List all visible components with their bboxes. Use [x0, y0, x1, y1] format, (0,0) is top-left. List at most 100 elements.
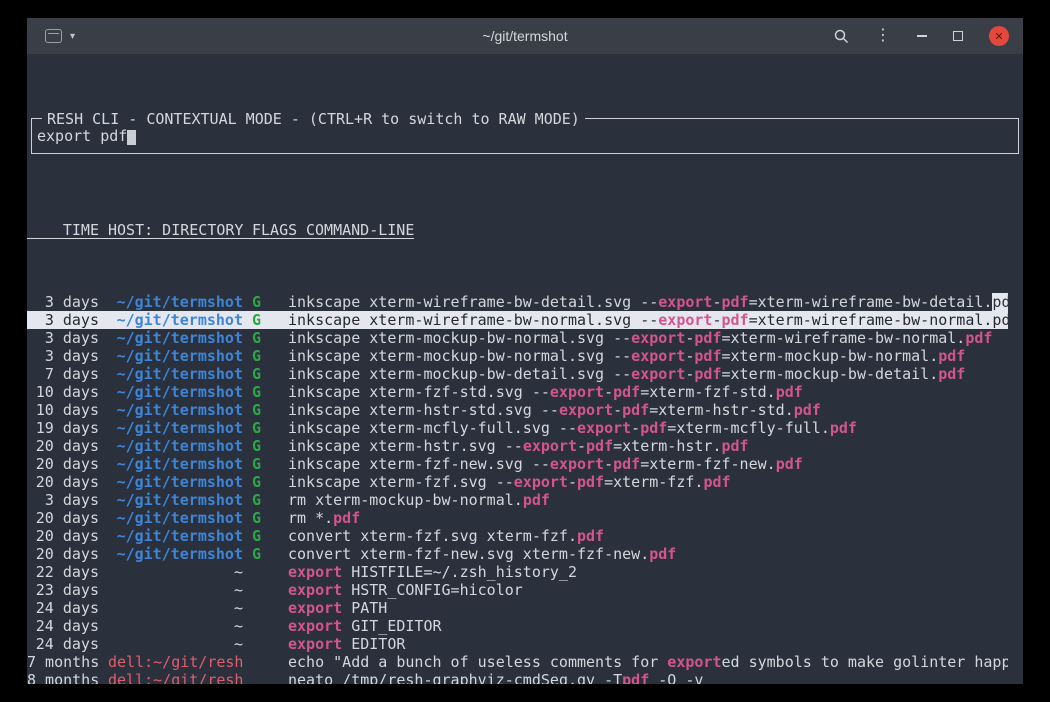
- history-row[interactable]: 20 days~/git/termshotGconvert xterm-fzf-…: [27, 545, 1008, 563]
- row-flags: G: [252, 293, 279, 311]
- history-row[interactable]: 19 days~/git/termshotGinkscape xterm-mcf…: [27, 419, 1008, 437]
- history-row-selected[interactable]: 3 days~/git/termshotGinkscape xterm-wire…: [27, 311, 1008, 329]
- row-time: 20 days: [27, 509, 99, 527]
- menu-icon[interactable]: ⋮: [875, 28, 891, 44]
- row-time: 7 days: [27, 365, 99, 383]
- header-time: TIME: [27, 221, 99, 238]
- history-row[interactable]: 10 days~/git/termshotGinkscape xterm-fzf…: [27, 383, 1008, 401]
- row-command: inkscape xterm-fzf.svg --export-pdf=xter…: [288, 473, 731, 491]
- row-flags: G: [252, 347, 279, 365]
- row-host-directory: ~: [108, 599, 243, 617]
- row-host-directory: ~: [108, 617, 243, 635]
- row-flags: [252, 653, 279, 671]
- maximize-icon[interactable]: [953, 31, 963, 41]
- history-row[interactable]: 7 days~/git/termshotGinkscape xterm-mock…: [27, 365, 1008, 383]
- row-command: inkscape xterm-hstr.svg --export-pdf=xte…: [288, 437, 749, 455]
- row-time: 3 days: [27, 311, 99, 329]
- row-host-directory: ~/git/termshot: [108, 419, 243, 437]
- history-row[interactable]: 3 days~/git/termshotGinkscape xterm-mock…: [27, 329, 1008, 347]
- history-row[interactable]: 24 days~export EDITOR: [27, 635, 1008, 653]
- row-host-directory: ~/git/termshot: [108, 401, 243, 419]
- header-host-directory: HOST: DIRECTORY: [108, 221, 243, 238]
- search-box[interactable]: RESH CLI - CONTEXTUAL MODE - (CTRL+R to …: [31, 118, 1019, 154]
- header-flags: FLAGS: [252, 221, 297, 238]
- row-flags: G: [252, 473, 279, 491]
- history-row[interactable]: 3 days~/git/termshotGinkscape xterm-wire…: [27, 293, 1008, 311]
- search-query-line[interactable]: export pdf: [37, 127, 136, 145]
- row-command: inkscape xterm-fzf-std.svg --export-pdf=…: [288, 383, 803, 401]
- history-row[interactable]: 20 days ~/git/termshot Grm *.pdf: [27, 509, 1008, 527]
- minimize-icon[interactable]: [917, 35, 927, 37]
- row-host-directory: ~/git/termshot: [108, 509, 243, 527]
- row-command: inkscape xterm-fzf-new.svg --export-pdf=…: [288, 455, 803, 473]
- row-time: 24 days: [27, 617, 99, 635]
- history-row[interactable]: 24 days ~ export GIT_EDITOR: [27, 617, 1008, 635]
- history-row[interactable]: 20 days~/git/termshotGinkscape xterm-hst…: [27, 437, 1008, 455]
- history-row[interactable]: 20 days~/git/termshotGinkscape xterm-fzf…: [27, 473, 1008, 491]
- row-time: 19 days: [27, 419, 99, 437]
- row-command: inkscape xterm-wireframe-bw-detail.svg -…: [288, 293, 1008, 311]
- search-query: export pdf: [37, 127, 127, 145]
- row-host-directory: ~/git/termshot: [108, 455, 243, 473]
- history-row[interactable]: 8 monthsdell:~/git/reshneato /tmp/resh-g…: [27, 671, 1008, 684]
- row-flags: [252, 635, 279, 653]
- search-icon[interactable]: [834, 29, 849, 44]
- row-flags: [252, 581, 279, 599]
- row-command: export HISTFILE=~/.zsh_history_2: [288, 563, 577, 581]
- row-command: inkscape xterm-mockup-bw-detail.svg --ex…: [288, 365, 965, 383]
- history-row[interactable]: 20 days ~/git/termshot Ginkscape xterm-fzf…: [27, 455, 1008, 473]
- row-time: 24 days: [27, 599, 99, 617]
- history-row[interactable]: 20 days ~/git/termshot Gconvert xterm-fzf.…: [27, 527, 1008, 545]
- history-row[interactable]: 24 days~export PATH: [27, 599, 1008, 617]
- row-command: export EDITOR: [288, 635, 405, 653]
- terminal-content: RESH CLI - CONTEXTUAL MODE - (CTRL+R to …: [27, 54, 1023, 684]
- row-host-directory: ~/git/termshot: [108, 383, 243, 401]
- row-host-directory: ~/git/termshot: [108, 527, 243, 545]
- row-flags: G: [252, 527, 279, 545]
- row-command: rm *.pdf: [288, 509, 360, 527]
- row-host-directory: ~: [108, 581, 243, 599]
- row-host-directory: ~/git/termshot: [108, 437, 243, 455]
- row-flags: G: [252, 419, 279, 437]
- chevron-down-icon[interactable]: ▾: [70, 31, 75, 42]
- row-time: 20 days: [27, 545, 99, 563]
- row-flags: G: [252, 401, 279, 419]
- close-icon[interactable]: ✕: [989, 26, 1009, 46]
- row-time: 7 months: [27, 653, 99, 671]
- row-flags: [252, 671, 279, 684]
- row-flags: G: [252, 311, 279, 329]
- row-flags: [252, 563, 279, 581]
- row-time: 3 days: [27, 329, 99, 347]
- row-host-directory: ~/git/termshot: [108, 329, 243, 347]
- history-row[interactable]: 22 days~export HISTFILE=~/.zsh_history_2: [27, 563, 1008, 581]
- row-time: 8 months: [27, 671, 99, 684]
- row-host-directory: dell:~/git/resh: [108, 653, 243, 671]
- row-time: 20 days: [27, 527, 99, 545]
- row-command: rm xterm-mockup-bw-normal.pdf: [288, 491, 550, 509]
- row-command: inkscape xterm-wireframe-bw-normal.svg -…: [288, 311, 1008, 329]
- row-flags: G: [252, 491, 279, 509]
- row-command: inkscape xterm-mockup-bw-normal.svg --ex…: [288, 347, 965, 365]
- row-command: export GIT_EDITOR: [288, 617, 442, 635]
- row-command: export HSTR_CONFIG=hicolor: [288, 581, 523, 599]
- row-flags: G: [252, 383, 279, 401]
- search-box-title: RESH CLI - CONTEXTUAL MODE - (CTRL+R to …: [42, 110, 585, 128]
- history-row[interactable]: 3 days~/git/termshotGinkscape xterm-mock…: [27, 347, 1008, 365]
- history-row[interactable]: 7 monthsdell:~/git/reshecho "Add a bunch…: [27, 653, 1008, 671]
- new-tab-icon[interactable]: [45, 29, 62, 43]
- row-command: inkscape xterm-hstr-std.svg --export-pdf…: [288, 401, 821, 419]
- row-host-directory: ~/git/termshot: [108, 473, 243, 491]
- history-row[interactable]: 3 days~/git/termshotGrm xterm-mockup-bw-…: [27, 491, 1008, 509]
- row-command: convert xterm-fzf.svg xterm-fzf.pdf: [288, 527, 604, 545]
- row-host-directory: ~: [108, 635, 243, 653]
- row-host-directory: ~/git/termshot: [108, 365, 243, 383]
- row-flags: G: [252, 455, 279, 473]
- titlebar: ▾ ~/git/termshot ⋮ ✕: [27, 18, 1023, 54]
- row-time: 22 days: [27, 563, 99, 581]
- row-flags: G: [252, 509, 279, 527]
- row-time: 3 days: [27, 293, 99, 311]
- row-time: 20 days: [27, 455, 99, 473]
- history-row[interactable]: 10 days~/git/termshotGinkscape xterm-hst…: [27, 401, 1008, 419]
- history-row[interactable]: 23 days~export HSTR_CONFIG=hicolor: [27, 581, 1008, 599]
- row-flags: G: [252, 437, 279, 455]
